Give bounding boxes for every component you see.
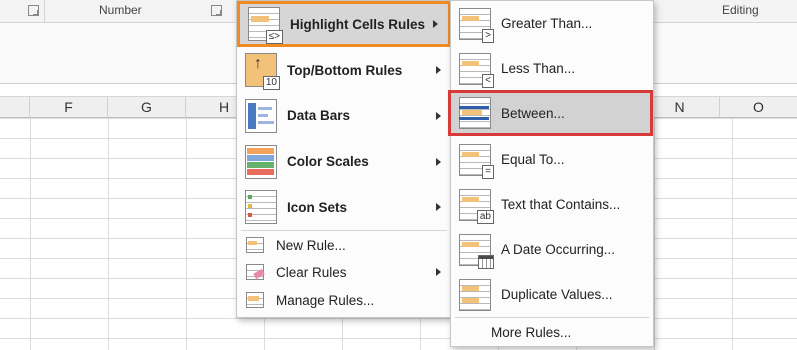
greater-than-badge: > [482,28,494,43]
menu-item-equal-to[interactable]: = Equal To... [451,138,653,181]
menu-item-top-bottom-rules[interactable]: ↑ 10 Top/Bottom Rules [237,48,451,92]
between-icon [459,97,491,129]
submenu-arrow-icon [436,203,441,211]
data-bars-icon [245,98,277,133]
less-greater-glyph-icon: ≤> [265,30,283,44]
menu-item-color-scales[interactable]: Color Scales [237,139,451,184]
ribbon-divider [44,0,45,22]
menu-item-label: Data Bars [287,108,351,123]
menu-item-text-contains[interactable]: ab Text that Contains... [451,183,653,226]
menu-item-between[interactable]: Between... [448,90,653,136]
greater-than-icon: > [459,7,494,43]
text-contains-icon: ab [459,188,494,224]
less-than-badge: < [482,73,494,88]
menu-item-manage-rules[interactable]: Manage Rules... [237,286,451,314]
row-header-corner [0,97,30,118]
ten-badge: 10 [262,76,280,90]
duplicate-values-icon [459,278,491,311]
menu-item-label: Less Than... [501,61,576,76]
menu-item-label: Equal To... [501,152,565,167]
manage-rules-icon [246,292,264,308]
menu-item-label: Manage Rules... [276,292,375,308]
highlight-cells-submenu: > Greater Than... < Less Than... Between… [448,0,654,347]
menu-item-new-rule[interactable]: New Rule... [237,232,451,258]
conditional-formatting-menu: ≤> Highlight Cells Rules ↑ 10 Top/Bottom… [236,0,452,318]
number-dialog-launcher-icon[interactable] [211,5,222,16]
less-than-icon: < [459,52,494,88]
submenu-arrow-icon [436,157,441,166]
menu-item-label: Color Scales [287,154,369,169]
menu-item-icon-sets[interactable]: Icon Sets [237,185,451,229]
menu-item-greater-than[interactable]: > Greater Than... [451,2,653,45]
dialog-launcher-icon[interactable] [28,5,39,16]
editing-group-label: Editing [722,3,759,17]
menu-item-date-occurring[interactable]: A Date Occurring... [451,228,653,271]
submenu-arrow-icon [436,268,441,276]
menu-item-less-than[interactable]: < Less Than... [451,47,653,90]
submenu-arrow-icon [436,66,441,74]
menu-item-label: Between... [501,105,565,121]
menu-item-label: Greater Than... [501,16,593,31]
menu-item-label: Text that Contains... [501,197,621,212]
column-header-o[interactable]: O [720,97,797,118]
menu-item-label: Highlight Cells Rules [290,16,426,32]
column-header-g[interactable]: G [108,97,186,118]
submenu-arrow-icon [433,20,438,28]
number-group-label: Number [99,3,142,17]
icon-sets-icon [245,190,277,224]
equal-to-icon: = [459,143,494,179]
column-header-f[interactable]: F [30,97,108,118]
menu-item-label: Clear Rules [276,264,347,280]
menu-item-label: More Rules... [491,324,572,340]
submenu-arrow-icon [436,111,441,120]
clear-rules-icon [246,264,265,280]
menu-item-label: Top/Bottom Rules [287,62,403,78]
color-scales-icon [245,144,277,179]
menu-item-label: New Rule... [276,237,346,253]
menu-item-data-bars[interactable]: Data Bars [237,93,451,138]
calendar-icon [478,254,494,269]
menu-item-clear-rules[interactable]: Clear Rules [237,259,451,285]
equal-badge: = [482,164,494,179]
top-bottom-icon: ↑ 10 [245,53,280,90]
menu-separator [241,230,447,231]
menu-item-label: Icon Sets [287,199,348,215]
menu-item-more-rules[interactable]: More Rules... [451,319,653,345]
up-arrow-icon: ↑ [254,55,262,72]
ab-badge: ab [476,209,494,224]
menu-item-duplicate-values[interactable]: Duplicate Values... [451,273,653,316]
menu-item-label: Duplicate Values... [501,287,613,302]
menu-separator [455,317,649,318]
menu-item-label: A Date Occurring... [501,242,616,257]
date-occurring-icon [459,233,494,269]
menu-item-highlight-cells-rules[interactable]: ≤> Highlight Cells Rules [237,1,451,47]
new-rule-icon [246,237,264,253]
highlight-cells-icon: ≤> [248,7,283,44]
